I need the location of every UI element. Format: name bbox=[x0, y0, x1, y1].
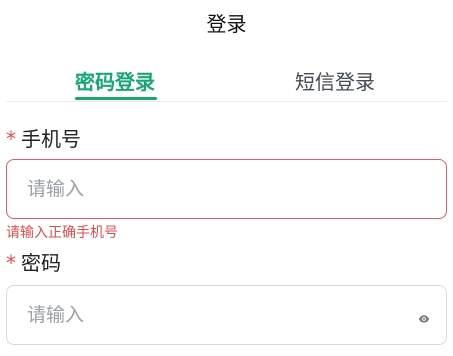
required-mark: * bbox=[6, 251, 16, 275]
password-label: * 密码 bbox=[6, 250, 61, 276]
active-tab-indicator bbox=[75, 97, 157, 100]
page-title: 登录 bbox=[206, 12, 247, 36]
required-mark: * bbox=[6, 127, 16, 151]
password-field[interactable] bbox=[6, 285, 447, 345]
password-input[interactable] bbox=[27, 286, 407, 344]
tab-sms-login[interactable]: 短信登录 bbox=[295, 68, 375, 96]
phone-error-message: 请输入正确手机号 bbox=[6, 225, 118, 241]
phone-label: * 手机号 bbox=[6, 126, 81, 152]
eye-icon[interactable] bbox=[418, 310, 430, 323]
tab-password-login[interactable]: 密码登录 bbox=[75, 68, 155, 96]
login-page: 登录 密码登录 短信登录 *手机号 请输入正确手机号 *密码 bbox=[0, 0, 453, 356]
login-tabs: 密码登录 短信登录 bbox=[6, 66, 447, 102]
phone-label-text: 手机号 bbox=[21, 127, 81, 151]
phone-field[interactable] bbox=[6, 159, 447, 219]
phone-input[interactable] bbox=[27, 160, 407, 218]
password-label-text: 密码 bbox=[21, 251, 61, 275]
